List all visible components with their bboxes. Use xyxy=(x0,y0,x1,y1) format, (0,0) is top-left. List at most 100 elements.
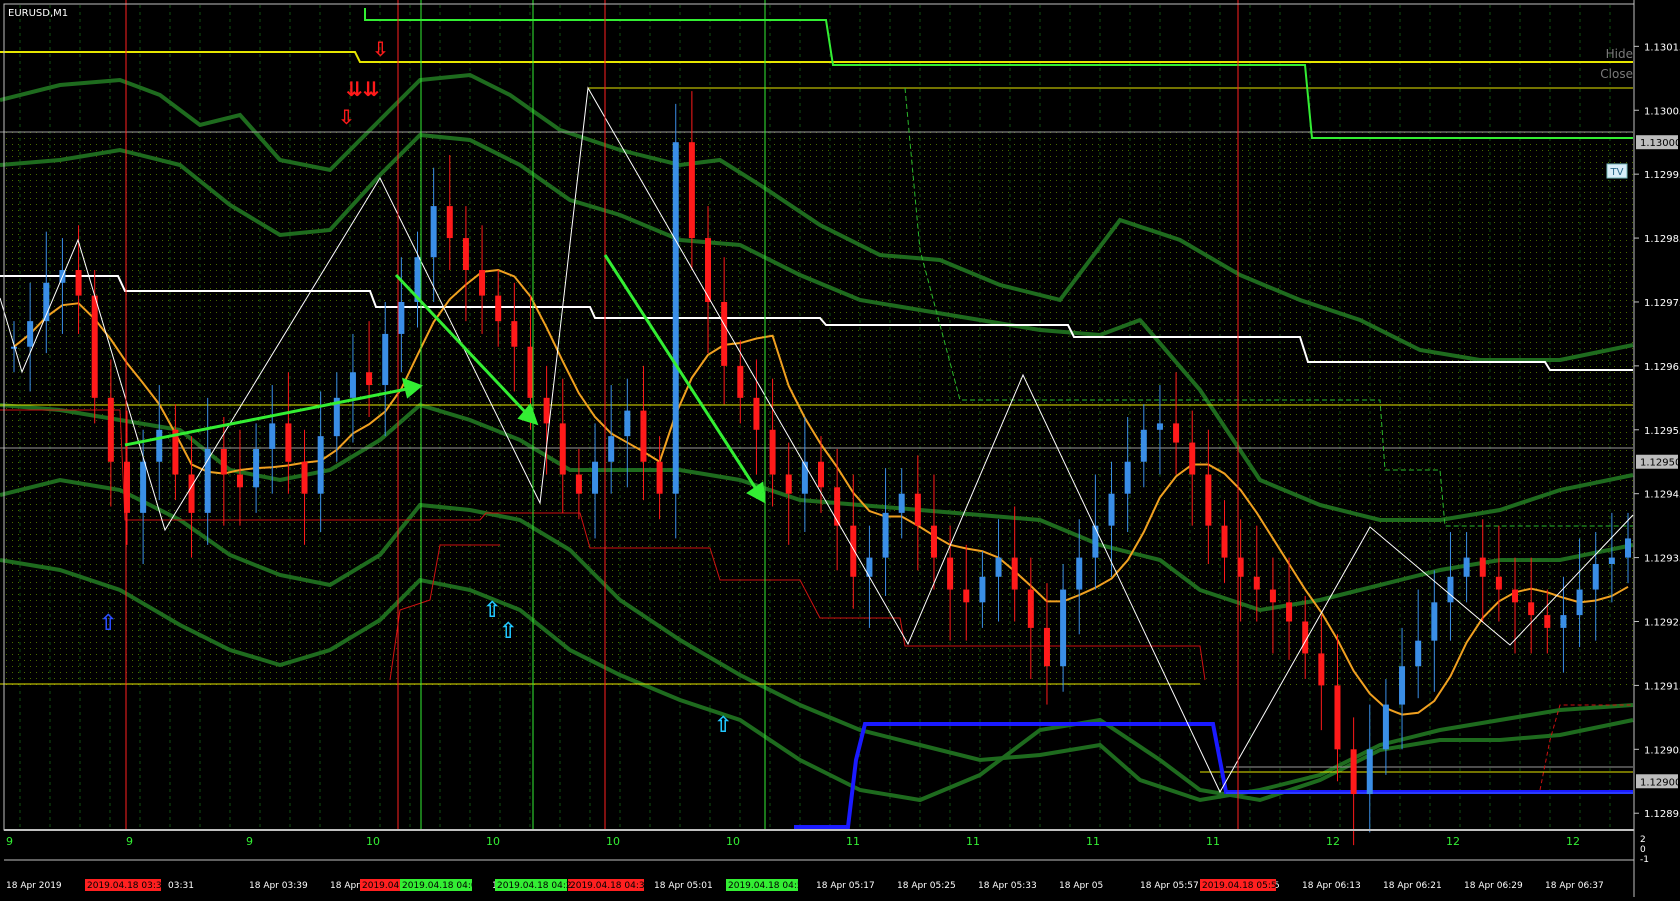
candle-body xyxy=(479,270,486,296)
price-tick-label: 1.12955 xyxy=(1644,426,1680,437)
price-highlight-label: 1.12900 xyxy=(1640,777,1680,788)
candle-body xyxy=(1108,493,1115,526)
candle-body xyxy=(898,493,905,513)
candle-body xyxy=(511,321,518,347)
candle-body xyxy=(1431,602,1438,641)
candle-body xyxy=(1544,615,1551,628)
price-highlight-label: 1.13000 xyxy=(1640,138,1680,149)
candle-body xyxy=(285,423,292,462)
zone-lower xyxy=(4,405,1633,685)
candle-body xyxy=(979,576,986,603)
candle-body xyxy=(317,436,324,494)
candle-body xyxy=(1366,749,1373,795)
candle-body xyxy=(495,295,502,322)
time-label: 03:31 xyxy=(168,881,194,891)
candle-body xyxy=(1576,589,1583,616)
hide-button[interactable]: Hide xyxy=(1606,47,1633,61)
zone-upper xyxy=(4,132,1633,405)
candle-body xyxy=(1156,423,1163,430)
candle-body xyxy=(801,461,808,494)
candle-body xyxy=(1092,525,1099,558)
candle-body xyxy=(1173,423,1180,443)
sell-arrow-icon: ⇩ xyxy=(372,37,389,61)
candle-body xyxy=(1592,563,1599,590)
candle-body xyxy=(1495,576,1502,590)
candle-body xyxy=(624,410,631,437)
time-label: 18 Apr 03:39 xyxy=(249,881,308,891)
time-marker-green-label: 2019.04.18 04:52 xyxy=(728,881,808,891)
candle-body xyxy=(672,142,679,494)
candle-body xyxy=(430,206,437,258)
candle-body xyxy=(188,474,195,513)
candle-body xyxy=(398,301,405,334)
tv-badge-label: TV xyxy=(1610,167,1624,178)
price-highlight-label: 1.12950 xyxy=(1640,458,1680,469)
candle-body xyxy=(236,474,243,488)
indicator-label: 10 xyxy=(606,835,620,848)
price-tick-label: 1.12935 xyxy=(1644,554,1680,565)
candle-body xyxy=(156,429,163,462)
candle-body xyxy=(91,295,98,398)
symbol-label: EURUSD,M1 xyxy=(8,8,68,19)
candle-body xyxy=(462,238,469,271)
chart-window[interactable]: ⇩ ⇊⇊ ⇩ ⇧ ⇧ ⇧ ⇧ EURUSD,M1 Hide Close TV 1… xyxy=(0,0,1680,897)
candle-body xyxy=(1399,666,1406,705)
price-tick-label: 1.12995 xyxy=(1644,170,1680,181)
candle-body xyxy=(640,410,647,462)
indicator-label: 10 xyxy=(726,835,740,848)
indicator-label: 12 xyxy=(1446,835,1460,848)
indicator-label: 10 xyxy=(486,835,500,848)
candle-body xyxy=(1463,557,1470,577)
candle-body xyxy=(349,372,356,398)
indicator-label: 11 xyxy=(1086,835,1100,848)
time-label: 18 Apr 06:29 xyxy=(1464,881,1523,891)
candle-body xyxy=(947,557,954,590)
price-tick-label: 1.13005 xyxy=(1644,106,1680,117)
candle-body xyxy=(1124,461,1131,494)
candle-body xyxy=(123,461,130,513)
time-label: 18 Apr 05 xyxy=(1059,881,1103,891)
candle-body xyxy=(882,512,889,558)
time-label: 18 Apr 05:33 xyxy=(978,881,1037,891)
candle-body xyxy=(769,429,776,475)
candle-body xyxy=(737,365,744,398)
candle-body xyxy=(995,557,1002,577)
candle-body xyxy=(1237,557,1244,577)
time-marker-red-label: 2019.04.18 04:32 xyxy=(570,881,650,891)
candle-body xyxy=(1060,589,1067,667)
candle-body xyxy=(785,474,792,494)
indicator-scale-label: -1 xyxy=(1640,855,1649,865)
candle-body xyxy=(818,461,824,488)
candle-body xyxy=(1350,749,1357,795)
close-button[interactable]: Close xyxy=(1600,67,1633,81)
sell-arrow-icon: ⇊⇊ xyxy=(346,77,380,101)
candle-body xyxy=(253,448,260,488)
candle-body xyxy=(1528,602,1535,616)
indicator-scale-label: 2 xyxy=(1640,835,1646,845)
price-tick-label: 1.12985 xyxy=(1644,234,1680,245)
indicator-label: 11 xyxy=(846,835,860,848)
candle-body xyxy=(1334,685,1341,750)
indicator-scale-label: 0 xyxy=(1640,845,1646,855)
candle-body xyxy=(301,461,308,494)
price-tick-label: 1.12945 xyxy=(1644,490,1680,501)
price-tick-label: 1.12915 xyxy=(1644,681,1680,692)
indicator-label: 11 xyxy=(1206,835,1220,848)
time-label: 18 Apr 2019 xyxy=(6,881,62,891)
candle-body xyxy=(1076,557,1083,590)
time-marker-red-label: 2019.04.18 05:51 xyxy=(1202,881,1282,891)
candle-body xyxy=(1011,557,1018,590)
indicator-label: 9 xyxy=(6,835,13,848)
indicator-label: 11 xyxy=(966,835,980,848)
price-tick-label: 1.13015 xyxy=(1644,42,1680,53)
time-label: 18 Apr 05:01 xyxy=(654,881,713,891)
candle-body xyxy=(1027,589,1034,628)
candle-body xyxy=(963,589,970,603)
indicator-label: 12 xyxy=(1326,835,1340,848)
price-tick-label: 1.12925 xyxy=(1644,618,1680,629)
time-marker-green-label: 2019.04.18 04:2 xyxy=(497,881,572,891)
time-marker-red-label: 2019.04.18 03:30 xyxy=(87,881,168,891)
candle-body xyxy=(688,142,695,239)
candle-body xyxy=(11,346,17,349)
candle-body xyxy=(27,321,34,347)
